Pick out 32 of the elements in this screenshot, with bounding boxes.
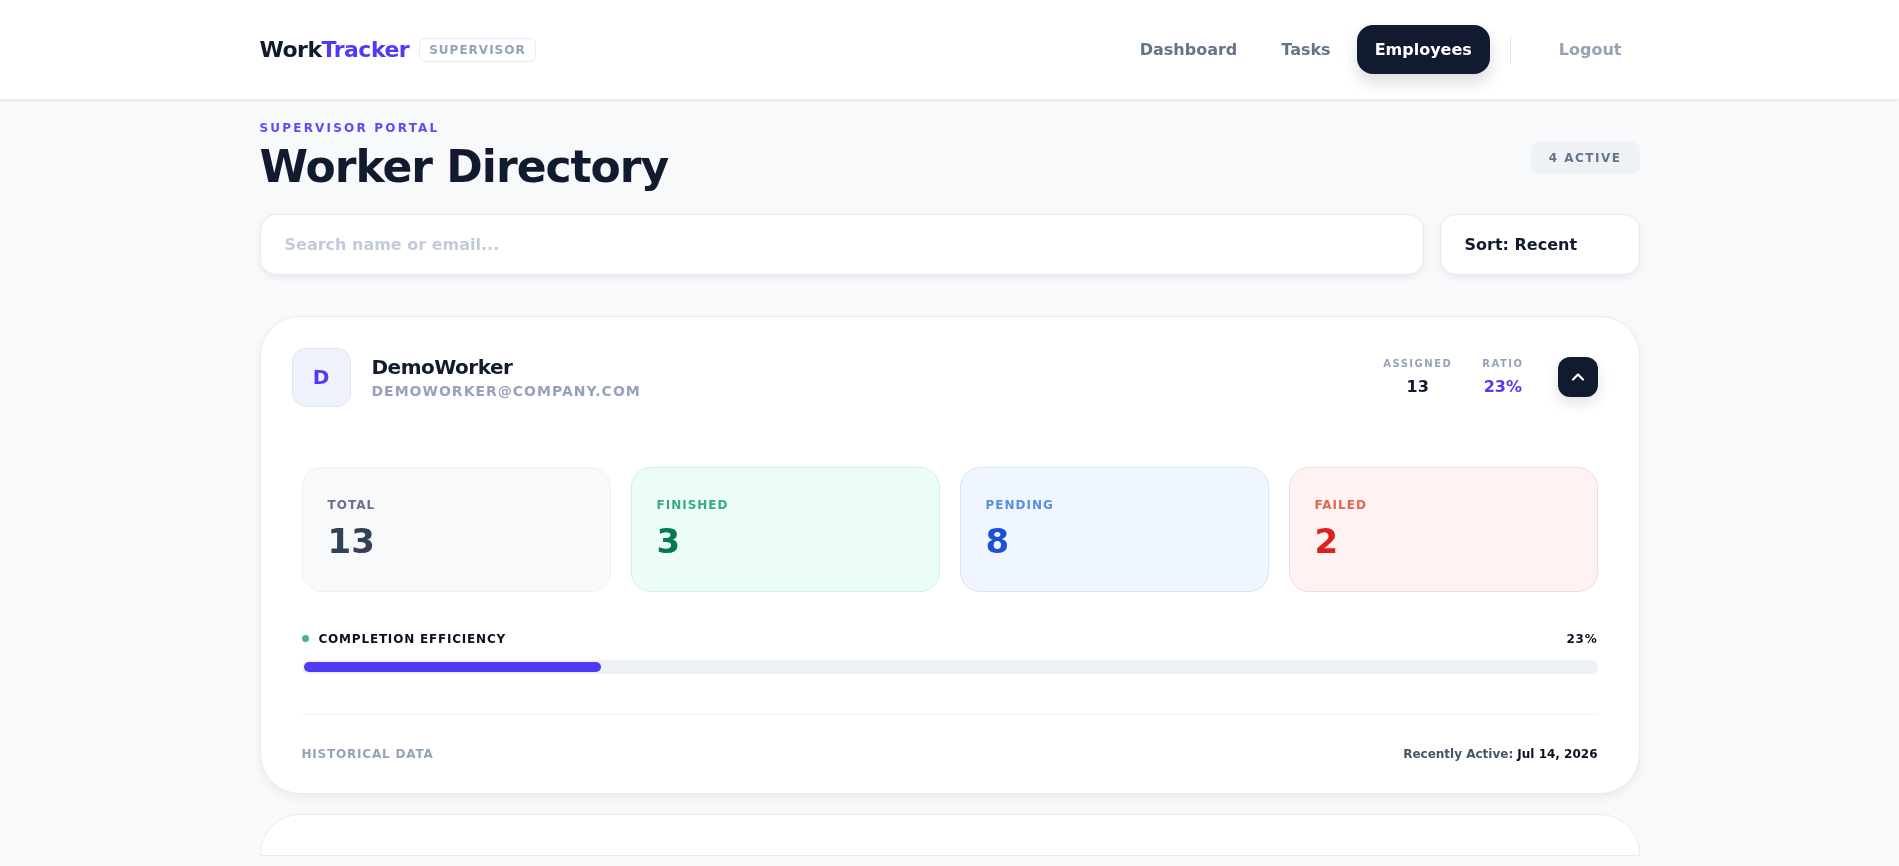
worker-name: DemoWorker xyxy=(371,355,514,380)
history-link[interactable]: HISTORICAL DATA xyxy=(301,746,434,761)
nav-tab[interactable]: Dashboard xyxy=(1121,25,1256,74)
stat-label: PENDING xyxy=(985,497,1054,512)
efficiency-reading: 23% xyxy=(1566,631,1598,646)
metric-label: ASSIGNED xyxy=(1383,358,1453,370)
stat-value: 3 xyxy=(656,520,681,561)
role-badge: SUPERVISOR xyxy=(419,37,536,62)
metric-value: 23% xyxy=(1483,377,1523,397)
search-field[interactable]: Search name or email... xyxy=(259,213,1424,275)
status-dot xyxy=(301,635,309,643)
last-active-text: Recently Active: Jul 14, 2026 xyxy=(1403,746,1598,761)
worker-email: DEMOWORKER@COMPANY.COM xyxy=(371,383,641,400)
metric-value: 13 xyxy=(1406,377,1429,397)
page-title: Worker Directory xyxy=(259,141,669,194)
efficiency-label: COMPLETION EFFICIENCY xyxy=(318,631,507,646)
stat-value: 13 xyxy=(327,520,375,561)
stat-label: TOTAL xyxy=(327,497,376,512)
stat-label: FAILED xyxy=(1314,497,1367,512)
stat-value: 2 xyxy=(1314,520,1339,561)
metric-label: RATIO xyxy=(1482,358,1524,370)
nav-tab[interactable]: Tasks xyxy=(1263,25,1349,74)
nav-tab[interactable]: Employees xyxy=(1356,25,1490,74)
eyebrow-label: SUPERVISOR PORTAL xyxy=(259,121,441,135)
stat-value: 8 xyxy=(985,520,1010,561)
logout-button[interactable]: Logout xyxy=(1540,30,1640,69)
active-count-badge: 4 ACTIVE xyxy=(1530,141,1640,174)
collapse-toggle-button[interactable] xyxy=(1557,357,1598,398)
stat-label: FINISHED xyxy=(656,497,729,512)
sort-dropdown[interactable]: Sort: Recent xyxy=(1439,213,1640,275)
avatar: D xyxy=(291,347,351,407)
logo: WorkTracker xyxy=(259,37,410,62)
